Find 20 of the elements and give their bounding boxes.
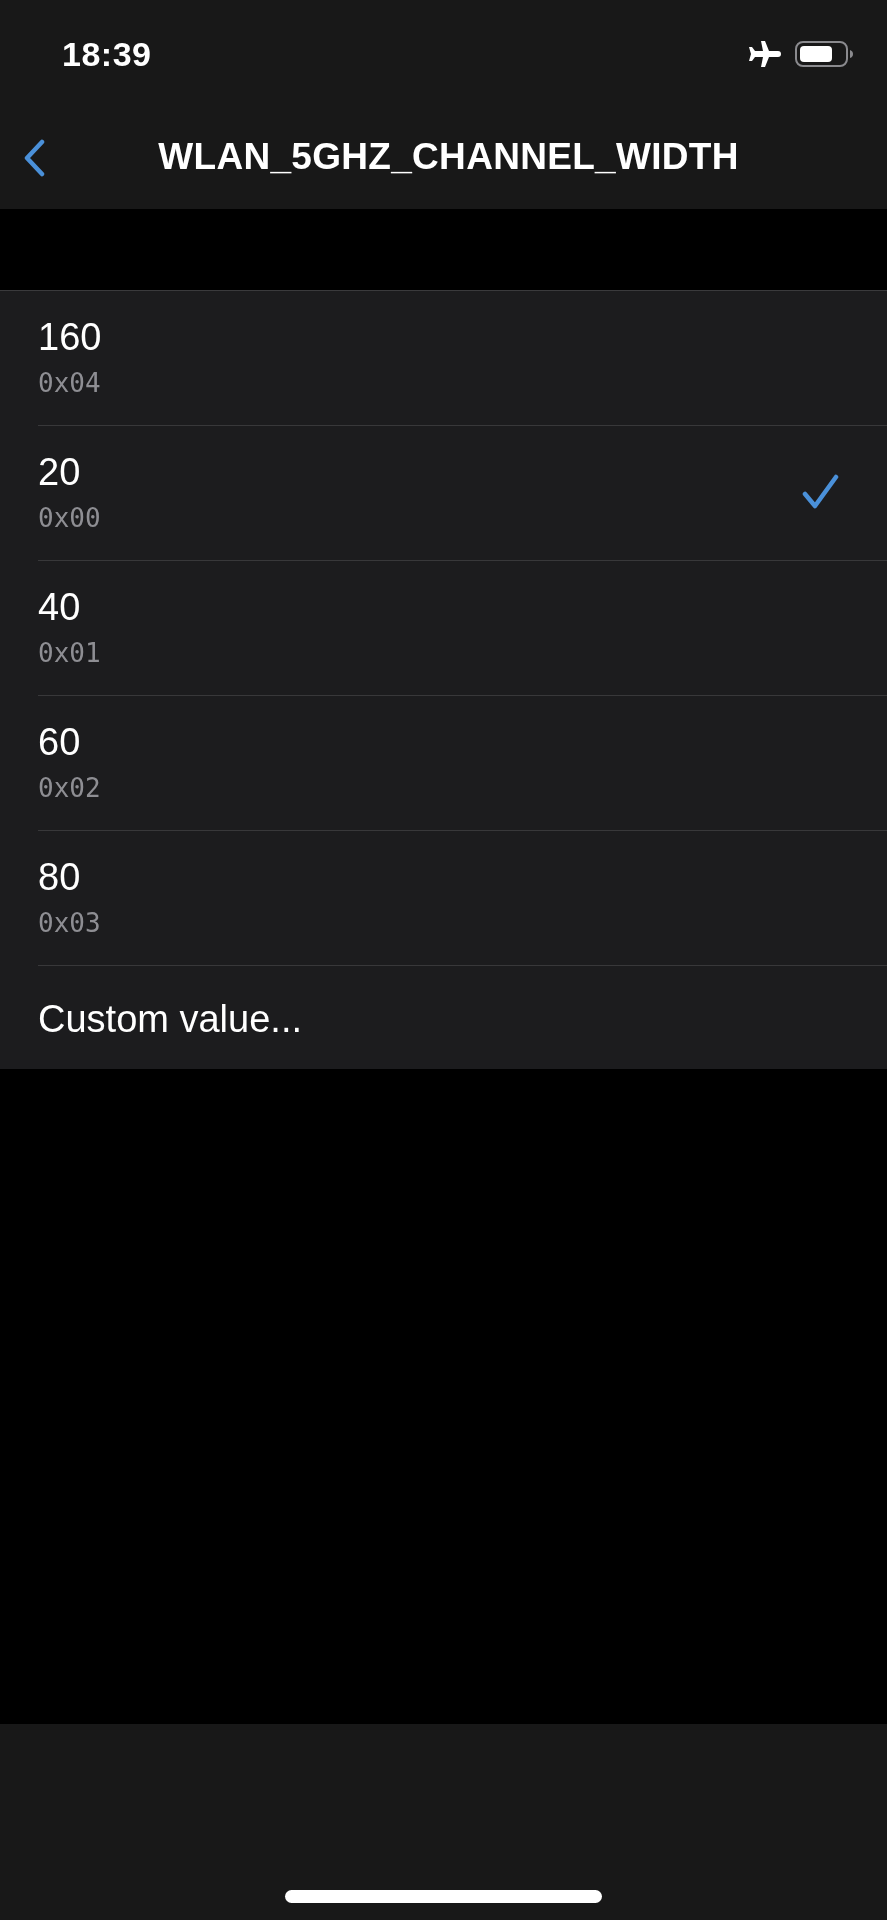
option-row[interactable]: 40 0x01 xyxy=(38,560,887,695)
option-row[interactable]: 80 0x03 xyxy=(38,830,887,965)
option-label: 40 xyxy=(38,585,81,630)
option-label: 80 xyxy=(38,855,81,900)
status-time: 18:39 xyxy=(62,33,152,74)
battery-icon xyxy=(795,40,853,67)
screen-title: WLAN_5GHZ_CHANNEL_WIDTH xyxy=(158,135,739,179)
option-code: 0x04 xyxy=(38,367,101,400)
option-code: 0x00 xyxy=(38,502,101,535)
option-code: 0x03 xyxy=(38,907,101,940)
option-label: 60 xyxy=(38,720,81,765)
back-chevron-icon xyxy=(22,139,46,177)
option-code: 0x02 xyxy=(38,772,101,805)
airplane-icon xyxy=(747,40,781,67)
option-label: 20 xyxy=(38,450,81,495)
option-label: 160 xyxy=(38,315,102,360)
option-row[interactable]: 20 0x00 xyxy=(38,425,887,560)
option-row[interactable]: 160 0x04 xyxy=(38,291,887,425)
option-row[interactable]: 60 0x02 xyxy=(38,695,887,830)
option-code: 0x01 xyxy=(38,637,101,670)
